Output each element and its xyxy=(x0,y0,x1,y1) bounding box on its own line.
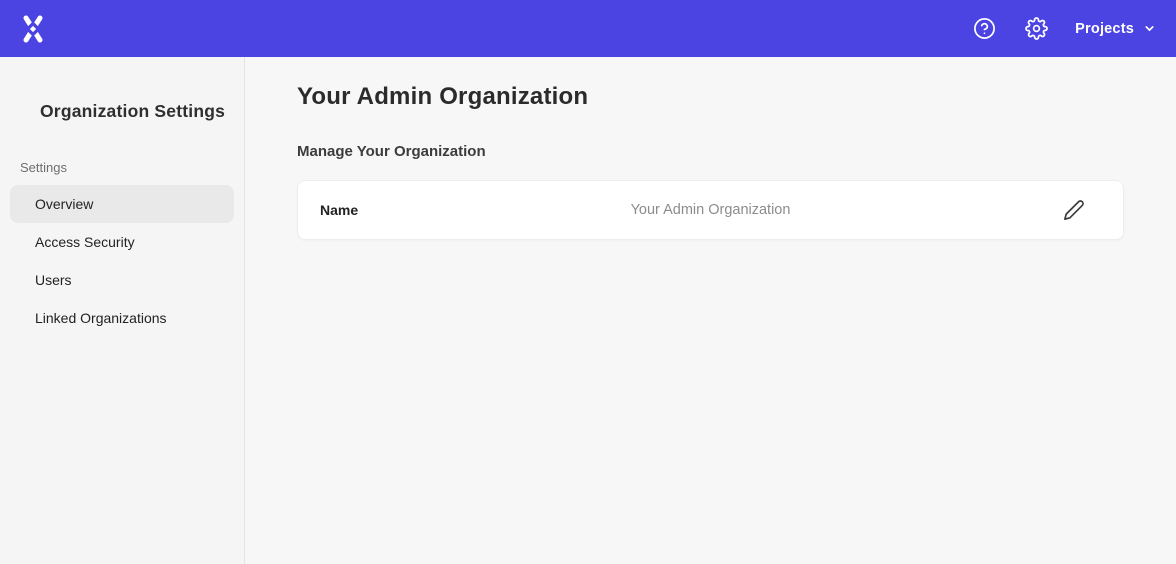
sidebar-item-label: Overview xyxy=(35,196,93,212)
field-row: Name Your Admin Organization xyxy=(298,181,1123,239)
sidebar-item-overview[interactable]: Overview xyxy=(10,185,234,223)
sidebar-item-linked-organizations[interactable]: Linked Organizations xyxy=(10,299,234,337)
field-value: Your Admin Organization xyxy=(298,202,1123,218)
projects-dropdown[interactable]: Projects xyxy=(1075,21,1156,37)
sidebar-section-label: Settings xyxy=(0,160,244,175)
page-title: Your Admin Organization xyxy=(297,83,1124,111)
help-circle-icon xyxy=(973,17,996,40)
settings-button[interactable] xyxy=(1023,16,1049,42)
sidebar: Organization Settings Settings Overview … xyxy=(0,57,245,564)
projects-label: Projects xyxy=(1075,21,1134,37)
page-body: Organization Settings Settings Overview … xyxy=(0,57,1176,564)
chevron-down-icon xyxy=(1143,22,1156,35)
sidebar-item-label: Access Security xyxy=(35,234,135,250)
sidebar-item-users[interactable]: Users xyxy=(10,261,234,299)
gear-icon xyxy=(1025,17,1048,40)
pencil-icon xyxy=(1063,199,1085,221)
brand-x-logo-glyph xyxy=(17,13,49,45)
sidebar-nav: Overview Access Security Users Linked Or… xyxy=(0,185,244,337)
sidebar-item-label: Linked Organizations xyxy=(35,310,167,326)
sidebar-item-access-security[interactable]: Access Security xyxy=(10,223,234,261)
main-content: Your Admin Organization Manage Your Orga… xyxy=(245,57,1176,564)
section-title: Manage Your Organization xyxy=(297,143,1124,160)
sidebar-title: Organization Settings xyxy=(0,101,244,122)
topbar-actions: Projects xyxy=(971,16,1156,42)
brand-x-logo[interactable] xyxy=(16,12,50,46)
edit-button[interactable] xyxy=(1061,197,1087,223)
help-button[interactable] xyxy=(971,16,997,42)
topbar: Projects xyxy=(0,0,1176,57)
sidebar-item-label: Users xyxy=(35,272,72,288)
organization-card: Name Your Admin Organization xyxy=(297,180,1124,240)
field-label: Name xyxy=(320,202,358,218)
